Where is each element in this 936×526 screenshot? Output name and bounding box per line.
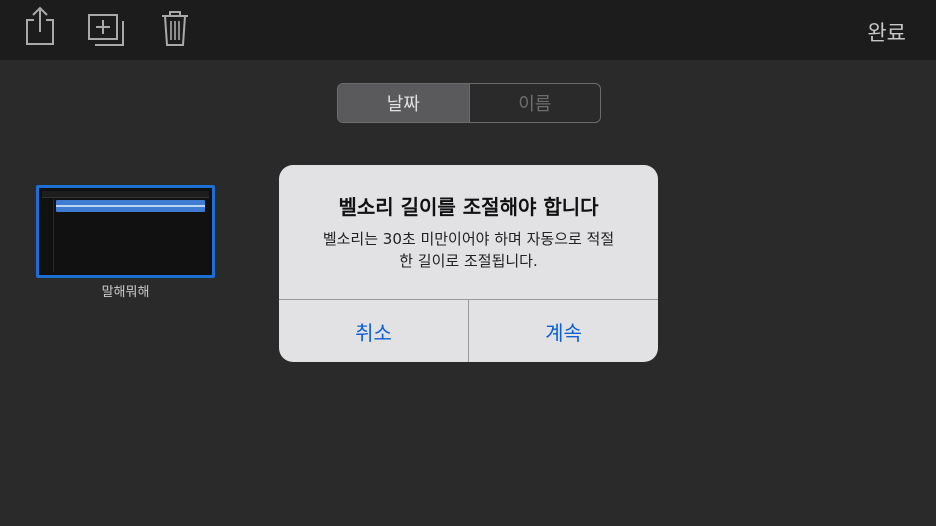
thumbnail-preview <box>42 191 209 272</box>
sort-by-name-segment[interactable]: 이름 <box>468 84 601 122</box>
thumbnail-ruler <box>42 191 209 198</box>
thumbnail-track-header <box>42 199 54 272</box>
alert-message-line-2: 한 길이로 조절됩니다. <box>399 252 538 270</box>
alert-message-line-1: 벨소리는 30초 미만이어야 하며 자동으로 적절 <box>322 230 615 248</box>
done-button[interactable]: 완료 <box>867 17 906 47</box>
trash-icon[interactable] <box>159 9 191 47</box>
alert-title: 벨소리 길이를 조절해야 합니다 <box>338 195 599 219</box>
sort-by-date-segment[interactable]: 날짜 <box>338 84 469 122</box>
top-toolbar: 완료 <box>0 0 936 60</box>
alert-dialog: 벨소리 길이를 조절해야 합니다 벨소리는 30초 미만이어야 하며 자동으로 … <box>279 165 658 362</box>
thumbnail-waveform <box>56 205 205 207</box>
project-name[interactable]: 말해뭐해 <box>36 281 215 300</box>
alert-message: 벨소리는 30초 미만이어야 하며 자동으로 적절 한 길이로 조절됩니다. <box>297 228 640 272</box>
continue-button[interactable]: 계속 <box>469 300 658 362</box>
add-copy-icon[interactable] <box>87 13 127 47</box>
cancel-button[interactable]: 취소 <box>279 300 468 362</box>
sort-segmented-control: 날짜 이름 <box>337 83 601 123</box>
project-thumbnail[interactable] <box>36 185 215 278</box>
share-icon[interactable] <box>24 6 56 46</box>
